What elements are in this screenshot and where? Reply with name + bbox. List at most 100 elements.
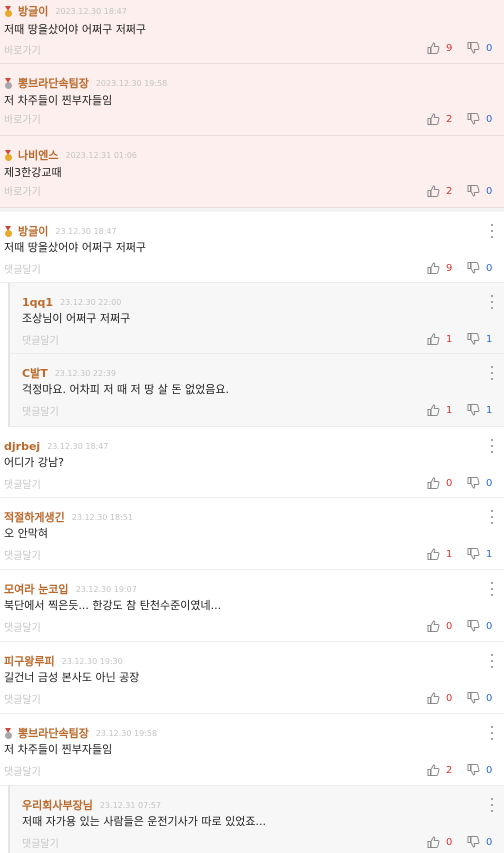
thumbs-down-icon[interactable]	[467, 620, 480, 632]
more-vertical-icon[interactable]	[490, 510, 494, 524]
thumbs-down-icon[interactable]	[467, 692, 480, 704]
comment-text: 걱정마요. 어차피 저 때 저 땅 살 돈 없었음요.	[22, 383, 230, 396]
vote-actions: 20	[427, 763, 494, 777]
thumbs-up-icon[interactable]	[427, 477, 440, 489]
vote-actions: 20	[427, 184, 494, 198]
thumbs-up-icon[interactable]	[427, 692, 440, 704]
gold-medal-icon	[4, 5, 13, 17]
more-vertical-icon[interactable]	[490, 726, 494, 740]
author-name[interactable]: 나비엔스	[18, 147, 58, 163]
vote-actions: 20	[427, 112, 494, 126]
comment-text: 저때 자가용 있는 사람들은 운전기사가 따로 있었죠...	[22, 815, 266, 828]
dislike-count: 0	[486, 113, 493, 125]
comment-text: 저 차주들이 찐부자들임	[4, 743, 113, 756]
more-vertical-icon[interactable]	[490, 654, 494, 668]
reply-link[interactable]: 댓글달기	[4, 763, 41, 778]
author-name[interactable]: 피구왕루피	[4, 653, 55, 669]
reply-comment: 우리회사부장님 23.12.31 07:57 저때 자가용 있는 사람들은 운전기사…	[8, 786, 504, 853]
comment-date: 23.12.30 18:47	[47, 441, 109, 451]
thumbs-down-icon[interactable]	[467, 836, 480, 848]
reply-link[interactable]: 댓글달기	[4, 261, 41, 276]
thumbs-up-icon[interactable]	[427, 548, 440, 560]
reply-link[interactable]: 댓글달기	[4, 547, 41, 562]
comment: 피구왕루피 23.12.30 19:30 길건너 금성 본사도 아닌 공장댓글달기 0…	[0, 642, 504, 714]
dislike-count: 0	[486, 764, 493, 776]
like-count: 2	[446, 185, 453, 197]
reply-link[interactable]: 댓글달기	[22, 332, 59, 347]
silver-medal-icon	[4, 727, 13, 739]
thumbs-up-icon[interactable]	[427, 333, 440, 345]
like-count: 1	[446, 548, 453, 560]
comment-text: 저 차주들이 찐부자들임	[4, 94, 113, 107]
thumbs-up-icon[interactable]	[427, 836, 440, 848]
thumbs-up-icon[interactable]	[427, 185, 440, 197]
comment-text: 어디가 강남?	[4, 456, 64, 469]
go-to-link[interactable]: 바로가기	[4, 183, 41, 198]
like-count: 0	[446, 836, 453, 848]
like-count: 2	[446, 113, 453, 125]
thumbs-down-icon[interactable]	[467, 404, 480, 416]
comment-text: 저때 땅을샀어야 어쩌구 저쩌구	[4, 23, 147, 36]
author-name[interactable]: 적절하게생긴	[4, 509, 65, 525]
comment-date: 2023.12.31 01:06	[65, 150, 137, 160]
author-name[interactable]: djrbej	[4, 440, 40, 453]
comment-header: 나비엔스 2023.12.31 01:06	[4, 144, 137, 166]
more-vertical-icon[interactable]	[490, 582, 494, 596]
comment-date: 23.12.30 19:30	[61, 656, 123, 666]
more-vertical-icon[interactable]	[490, 366, 494, 380]
dislike-count: 0	[486, 692, 493, 704]
thumbs-down-icon[interactable]	[467, 113, 480, 125]
more-vertical-icon[interactable]	[490, 439, 494, 453]
thumbs-up-icon[interactable]	[427, 764, 440, 776]
go-to-link[interactable]: 바로가기	[4, 42, 41, 57]
vote-actions: 90	[427, 41, 494, 55]
more-vertical-icon[interactable]	[490, 295, 494, 309]
dislike-count: 0	[486, 262, 493, 274]
author-name[interactable]: 뽕브라단속팀장	[18, 75, 89, 91]
thumbs-up-icon[interactable]	[427, 620, 440, 632]
thumbs-up-icon[interactable]	[427, 42, 440, 54]
thumbs-up-icon[interactable]	[427, 113, 440, 125]
reply-link[interactable]: 댓글달기	[4, 691, 41, 706]
comment-date: 23.12.30 19:07	[75, 584, 137, 594]
dislike-count: 0	[486, 620, 493, 632]
more-vertical-icon[interactable]	[490, 224, 494, 238]
author-name[interactable]: C발T	[22, 365, 48, 381]
reply-link[interactable]: 댓글달기	[22, 835, 59, 850]
best-comment: 방글이 2023.12.30 18:47 저때 땅을샀어야 어쩌구 저쩌구바로가기 9…	[0, 0, 504, 64]
comment-text: 제3한강교때	[4, 166, 62, 179]
thumbs-up-icon[interactable]	[427, 404, 440, 416]
author-name[interactable]: 방글이	[18, 223, 48, 239]
go-to-link[interactable]: 바로가기	[4, 111, 41, 126]
vote-actions: 11	[427, 403, 494, 417]
author-name[interactable]: 뽕브라단속팀장	[18, 725, 89, 741]
best-comment: 나비엔스 2023.12.31 01:06 제3한강교때바로가기 2 0	[0, 136, 504, 208]
reply-comment: 1qq1 23.12.30 22:00 조상님이 어쩌구 저쩌구 댓글달기 1 1	[8, 283, 504, 354]
more-vertical-icon[interactable]	[490, 798, 494, 812]
comment-text: 길건너 금성 본사도 아닌 공장	[4, 671, 140, 684]
thumbs-down-icon[interactable]	[467, 42, 480, 54]
thumbs-down-icon[interactable]	[467, 262, 480, 274]
comment: 모여라 눈코입 23.12.30 19:07 북단에서 찍은듯... 한강도 참 탄…	[0, 570, 504, 642]
comment-date: 23.12.30 22:39	[54, 368, 116, 378]
thumbs-down-icon[interactable]	[467, 548, 480, 560]
thumbs-down-icon[interactable]	[467, 185, 480, 197]
thumbs-down-icon[interactable]	[467, 477, 480, 489]
comment: djrbej 23.12.30 18:47 어디가 강남? 댓글달기 0 0	[0, 427, 504, 498]
comment-date: 2023.12.30 19:58	[95, 78, 168, 88]
thumbs-down-icon[interactable]	[467, 333, 480, 345]
thumbs-down-icon[interactable]	[467, 764, 480, 776]
author-name[interactable]: 1qq1	[22, 296, 53, 309]
comment: 뽕브라단속팀장 23.12.30 19:58 저 차주들이 찐부자들임 댓글달기 2 0	[0, 714, 504, 786]
author-name[interactable]: 우리회사부장님	[22, 797, 93, 813]
reply-link[interactable]: 댓글달기	[4, 476, 41, 491]
thumbs-up-icon[interactable]	[427, 262, 440, 274]
reply-comment: C발T 23.12.30 22:39 걱정마요. 어차피 저 때 저 땅 살 돈 없…	[8, 354, 504, 427]
comment-text: 오 안막혀	[4, 527, 48, 540]
author-name[interactable]: 모여라 눈코입	[4, 581, 69, 597]
reply-link[interactable]: 댓글달기	[22, 403, 59, 418]
reply-link[interactable]: 댓글달기	[4, 619, 41, 634]
comment-date: 23.12.30 22:00	[60, 297, 122, 307]
author-name[interactable]: 방글이	[18, 3, 48, 19]
comment-date: 2023.12.30 18:47	[55, 6, 127, 16]
